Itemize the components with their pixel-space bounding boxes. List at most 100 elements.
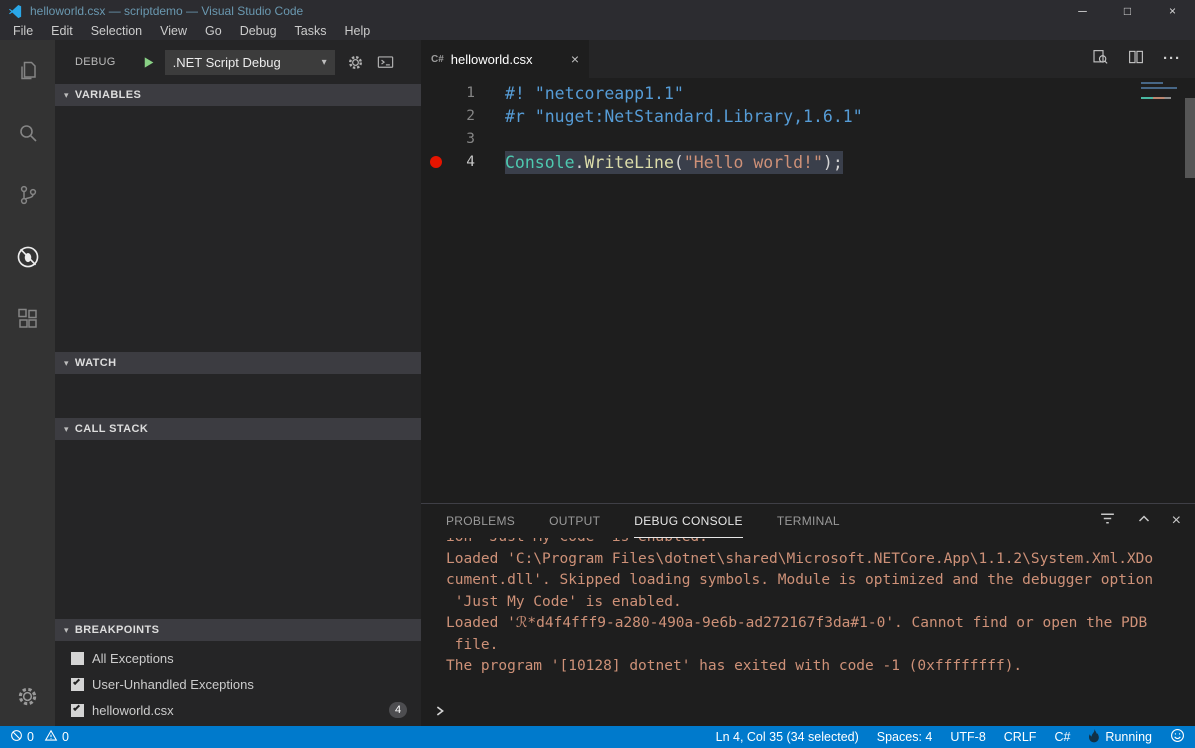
- panel-tab-debug-console[interactable]: DEBUG CONSOLE: [634, 504, 743, 538]
- code-token: (: [674, 153, 684, 172]
- editor-group: C# helloworld.csx × ··· 1#! "netcoreapp1…: [421, 40, 1195, 726]
- panel-actions: ×: [1099, 510, 1181, 532]
- close-panel-icon[interactable]: ×: [1172, 513, 1181, 529]
- code-text: #! "netcoreapp1.1": [505, 82, 684, 105]
- breakpoint-item[interactable]: User-Unhandled Exceptions: [55, 671, 421, 697]
- editor-tab-bar: C# helloworld.csx × ···: [421, 40, 1195, 78]
- editor-scrollbar[interactable]: [1185, 98, 1195, 178]
- error-count[interactable]: 0: [10, 729, 34, 745]
- open-debug-console-icon[interactable]: [376, 53, 395, 72]
- section-variables[interactable]: ▾ VARIABLES: [55, 84, 421, 106]
- debug-icon[interactable]: [0, 226, 55, 288]
- menu-debug[interactable]: Debug: [231, 24, 286, 38]
- eol-sequence[interactable]: CRLF: [1004, 730, 1037, 744]
- breakpoint-count-badge: 4: [389, 702, 407, 718]
- close-tab-icon[interactable]: ×: [571, 51, 579, 67]
- code-line[interactable]: 4 Console.WriteLine("Hello world!");: [421, 151, 1195, 174]
- section-twistie-icon: ▾: [64, 424, 69, 435]
- section-twistie-icon: ▾: [64, 358, 69, 369]
- running-indicator[interactable]: Running: [1088, 729, 1152, 746]
- menu-view[interactable]: View: [151, 24, 196, 38]
- panel-tab-output[interactable]: OUTPUT: [549, 504, 600, 538]
- code-token: "nuget:NetStandard.Library,1.6.1": [535, 107, 863, 126]
- gutter[interactable]: 1: [421, 82, 505, 105]
- code-line[interactable]: 1#! "netcoreapp1.1": [421, 82, 1195, 105]
- console-line: file.: [446, 635, 1185, 657]
- breakpoint-item[interactable]: All Exceptions: [55, 645, 421, 671]
- gutter[interactable]: 2: [421, 105, 505, 128]
- encoding[interactable]: UTF-8: [950, 730, 985, 744]
- debug-config-dropdown[interactable]: .NET Script Debug ▾: [165, 50, 335, 75]
- minimize-button[interactable]: ─: [1060, 0, 1105, 22]
- explorer-icon[interactable]: [0, 40, 55, 102]
- gutter[interactable]: 3: [421, 128, 505, 151]
- language-mode[interactable]: C#: [1054, 730, 1070, 744]
- settings-gear-icon[interactable]: [0, 674, 55, 718]
- code-token: "netcoreapp1.1": [535, 84, 684, 103]
- more-actions-icon[interactable]: ···: [1163, 54, 1181, 64]
- debug-console-input[interactable]: [433, 700, 1195, 726]
- start-debug-button[interactable]: [141, 55, 156, 70]
- line-number: 3: [466, 128, 475, 151]
- running-label: Running: [1105, 730, 1152, 744]
- section-call-stack[interactable]: ▾ CALL STACK: [55, 418, 421, 440]
- section-breakpoints[interactable]: ▾ BREAKPOINTS: [55, 619, 421, 641]
- extensions-icon[interactable]: [0, 288, 55, 350]
- tab-helloworld-csx[interactable]: C# helloworld.csx ×: [421, 40, 589, 78]
- call-stack-body[interactable]: [55, 440, 421, 619]
- menu-tasks[interactable]: Tasks: [286, 24, 336, 38]
- close-button[interactable]: ×: [1150, 0, 1195, 22]
- gutter[interactable]: 4: [421, 151, 505, 174]
- error-count-value: 0: [27, 730, 34, 744]
- variables-body[interactable]: [55, 106, 421, 352]
- menu-selection[interactable]: Selection: [82, 24, 151, 38]
- minimap-line: [1141, 97, 1171, 99]
- section-label: CALL STACK: [75, 423, 148, 435]
- warning-count[interactable]: 0: [44, 729, 69, 745]
- checkbox[interactable]: [71, 652, 84, 665]
- menu-edit[interactable]: Edit: [42, 24, 82, 38]
- debug-console-output[interactable]: ion 'Just My Code' is enabled.Loaded 'C:…: [446, 538, 1185, 700]
- panel-tab-bar: PROBLEMS OUTPUT DEBUG CONSOLE TERMINAL ×: [421, 504, 1195, 538]
- activity-bar: [0, 40, 55, 726]
- split-editor-icon[interactable]: [1127, 48, 1145, 71]
- breakpoint-dot[interactable]: [430, 156, 442, 168]
- minimap-line: [1141, 82, 1163, 84]
- code-text: Console.WriteLine("Hello world!");: [505, 151, 843, 174]
- code-editor[interactable]: 1#! "netcoreapp1.1"2#r "nuget:NetStandar…: [421, 78, 1195, 503]
- open-preview-icon[interactable]: [1091, 48, 1109, 71]
- chevron-down-icon: ▾: [322, 57, 327, 68]
- line-number: 4: [466, 151, 475, 174]
- code-line[interactable]: 3: [421, 128, 1195, 151]
- title-bar: helloworld.csx — scriptdemo — Visual Stu…: [0, 0, 1195, 22]
- panel-tab-problems[interactable]: PROBLEMS: [446, 504, 515, 538]
- section-watch[interactable]: ▾ WATCH: [55, 352, 421, 374]
- breakpoint-item[interactable]: helloworld.csx4: [55, 697, 421, 723]
- maximize-button[interactable]: □: [1105, 0, 1150, 22]
- cursor-position[interactable]: Ln 4, Col 35 (34 selected): [716, 730, 859, 744]
- minimap[interactable]: [1141, 82, 1181, 102]
- feedback-smiley-icon[interactable]: [1170, 728, 1185, 746]
- checkbox[interactable]: [71, 678, 84, 691]
- configure-gear-icon[interactable]: [347, 54, 364, 71]
- source-control-icon[interactable]: [0, 164, 55, 226]
- console-line: 'Just My Code' is enabled.: [446, 592, 1185, 614]
- code-token: #r: [505, 107, 535, 126]
- menu-file[interactable]: File: [4, 24, 42, 38]
- filter-icon[interactable]: [1099, 510, 1116, 532]
- breakpoint-label: All Exceptions: [92, 651, 174, 666]
- watch-body[interactable]: [55, 374, 421, 418]
- section-label: VARIABLES: [75, 89, 141, 101]
- checkbox[interactable]: [71, 704, 84, 717]
- menu-help[interactable]: Help: [336, 24, 380, 38]
- section-label: BREAKPOINTS: [75, 624, 159, 636]
- maximize-panel-icon[interactable]: [1136, 511, 1152, 532]
- section-label: WATCH: [75, 357, 117, 369]
- search-icon[interactable]: [0, 102, 55, 164]
- console-line: ion 'Just My Code' is enabled.: [446, 538, 1185, 549]
- menu-go[interactable]: Go: [196, 24, 231, 38]
- code-line[interactable]: 2#r "nuget:NetStandard.Library,1.6.1": [421, 105, 1195, 128]
- panel-tab-terminal[interactable]: TERMINAL: [777, 504, 840, 538]
- code-lines: 1#! "netcoreapp1.1"2#r "nuget:NetStandar…: [421, 82, 1195, 174]
- indentation[interactable]: Spaces: 4: [877, 730, 933, 744]
